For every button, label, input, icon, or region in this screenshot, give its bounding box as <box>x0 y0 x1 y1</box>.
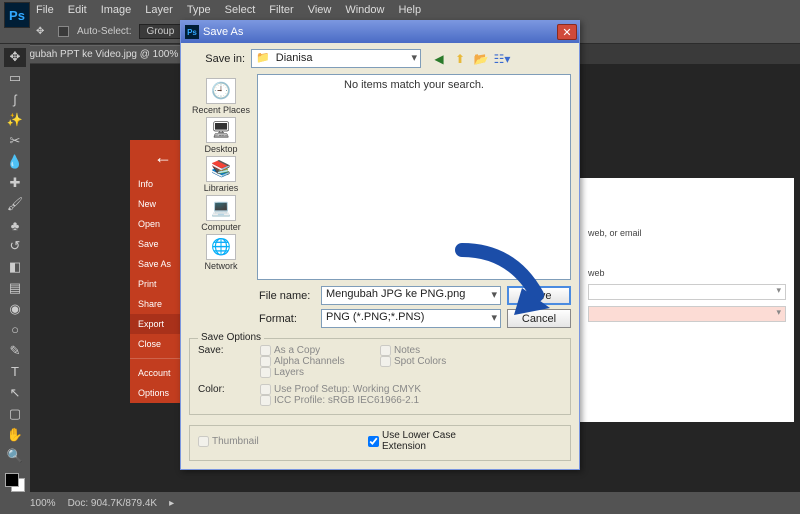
path-tool[interactable]: ↖ <box>4 383 26 402</box>
proof-checkbox[interactable]: Use Proof Setup: Working CMYK <box>260 384 480 395</box>
cancel-button[interactable]: Cancel <box>507 309 571 328</box>
file-name-field[interactable]: Mengubah JPG ke PNG.png <box>321 286 501 305</box>
file-name-label: File name: <box>259 290 315 302</box>
export-hint2: web <box>588 268 786 278</box>
thumbnail-checkbox[interactable]: Thumbnail <box>198 436 318 447</box>
alpha-checkbox[interactable]: Alpha Channels <box>260 356 380 367</box>
menu-filter[interactable]: Filter <box>269 4 293 16</box>
view-menu-icon[interactable]: ☷▾ <box>494 51 510 67</box>
brush-tool[interactable]: 🖌 <box>4 195 26 214</box>
place-network[interactable]: 🌐Network <box>189 234 253 271</box>
hand-tool[interactable]: ✋ <box>4 425 26 444</box>
save-options-legend: Save Options <box>198 332 264 343</box>
place-desktop[interactable]: 🖥Desktop <box>189 117 253 154</box>
export-field-2[interactable] <box>588 306 786 322</box>
place-recent[interactable]: 🕘Recent Places <box>189 78 253 115</box>
folder-icon: 📁 <box>256 52 270 64</box>
auto-select-checkbox[interactable] <box>58 26 69 37</box>
thumbnail-group: Thumbnail Use Lower Case Extension <box>189 425 571 461</box>
gradient-tool[interactable]: ▤ <box>4 278 26 297</box>
dodge-tool[interactable]: ○ <box>4 320 26 339</box>
layers-checkbox[interactable]: Layers <box>260 367 380 378</box>
lowercase-checkbox[interactable]: Use Lower Case Extension <box>368 430 488 452</box>
move-tool-icon: ✥ <box>36 26 50 37</box>
save-options-group: Save Options Save: As a Copy Notes Alpha… <box>189 338 571 415</box>
blur-tool[interactable]: ◉ <box>4 299 26 318</box>
pen-tool[interactable]: ✎ <box>4 341 26 360</box>
save-in-dropdown[interactable]: 📁 Dianisa <box>251 49 421 68</box>
menu-help[interactable]: Help <box>398 4 421 16</box>
color-sub-label: Color: <box>198 384 254 395</box>
photoshop-logo: Ps <box>4 2 30 28</box>
menu-type[interactable]: Type <box>187 4 211 16</box>
spot-checkbox[interactable]: Spot Colors <box>380 356 500 367</box>
tools-panel: ✥ ▭ ʃ ✨ ✂ 💧 ✚ 🖌 ♣ ↺ ◧ ▤ ◉ ○ ✎ T ↖ ▢ ✋ 🔍 <box>0 44 30 492</box>
places-bar: 🕘Recent Places 🖥Desktop 📚Libraries 💻Comp… <box>189 74 253 280</box>
dialog-titlebar[interactable]: Ps Save As ✕ <box>181 21 579 43</box>
icc-checkbox[interactable]: ICC Profile: sRGB IEC61966-2.1 <box>260 395 480 406</box>
format-label: Format: <box>259 313 315 325</box>
move-tool[interactable]: ✥ <box>4 48 26 67</box>
menu-edit[interactable]: Edit <box>68 4 87 16</box>
menu-view[interactable]: View <box>308 4 332 16</box>
shape-tool[interactable]: ▢ <box>4 404 26 423</box>
save-sub-label: Save: <box>198 345 254 356</box>
export-hint: web, or email <box>588 228 786 238</box>
empty-message: No items match your search. <box>344 79 484 279</box>
zoom-tool[interactable]: 🔍 <box>4 446 26 465</box>
notes-checkbox[interactable]: Notes <box>380 345 500 356</box>
export-panel: web, or email web <box>580 178 794 422</box>
status-bar: 100% Doc: 904.7K/879.4K ▸ <box>0 492 800 514</box>
heal-tool[interactable]: ✚ <box>4 174 26 193</box>
doc-size: Doc: 904.7K/879.4K <box>68 498 158 509</box>
menu-layer[interactable]: Layer <box>145 4 173 16</box>
up-icon[interactable]: ⬆ <box>452 51 468 67</box>
history-brush-tool[interactable]: ↺ <box>4 237 26 256</box>
place-libraries[interactable]: 📚Libraries <box>189 156 253 193</box>
zoom-level[interactable]: 100% <box>30 498 56 509</box>
save-button[interactable]: Save <box>507 286 571 305</box>
as-copy-checkbox[interactable]: As a Copy <box>260 345 380 356</box>
menu-select[interactable]: Select <box>225 4 256 16</box>
menu-image[interactable]: Image <box>101 4 132 16</box>
lasso-tool[interactable]: ʃ <box>4 90 26 109</box>
menu-bar: File Edit Image Layer Type Select Filter… <box>0 0 800 20</box>
back-icon[interactable]: ◀ <box>431 51 447 67</box>
dialog-title: Save As <box>203 26 557 38</box>
file-listing[interactable]: No items match your search. <box>257 74 571 280</box>
color-swatch[interactable] <box>5 473 25 492</box>
dialog-app-icon: Ps <box>185 25 199 39</box>
place-computer[interactable]: 💻Computer <box>189 195 253 232</box>
stamp-tool[interactable]: ♣ <box>4 216 26 235</box>
crop-tool[interactable]: ✂ <box>4 132 26 151</box>
close-button[interactable]: ✕ <box>557 24 577 40</box>
new-folder-icon[interactable]: 📂 <box>473 51 489 67</box>
menu-window[interactable]: Window <box>345 4 384 16</box>
save-in-label: Save in: <box>189 53 245 65</box>
export-field-1[interactable] <box>588 284 786 300</box>
eraser-tool[interactable]: ◧ <box>4 258 26 277</box>
marquee-tool[interactable]: ▭ <box>4 69 26 88</box>
auto-select-label: Auto-Select: <box>77 26 131 37</box>
format-dropdown[interactable]: PNG (*.PNG;*.PNS) <box>321 309 501 328</box>
type-tool[interactable]: T <box>4 362 26 381</box>
eyedropper-tool[interactable]: 💧 <box>4 153 26 172</box>
wand-tool[interactable]: ✨ <box>4 111 26 130</box>
save-as-dialog: Ps Save As ✕ Save in: 📁 Dianisa ◀ ⬆ 📂 ☷▾… <box>180 20 580 470</box>
menu-file[interactable]: File <box>36 4 54 16</box>
status-arrow-icon[interactable]: ▸ <box>169 498 174 509</box>
